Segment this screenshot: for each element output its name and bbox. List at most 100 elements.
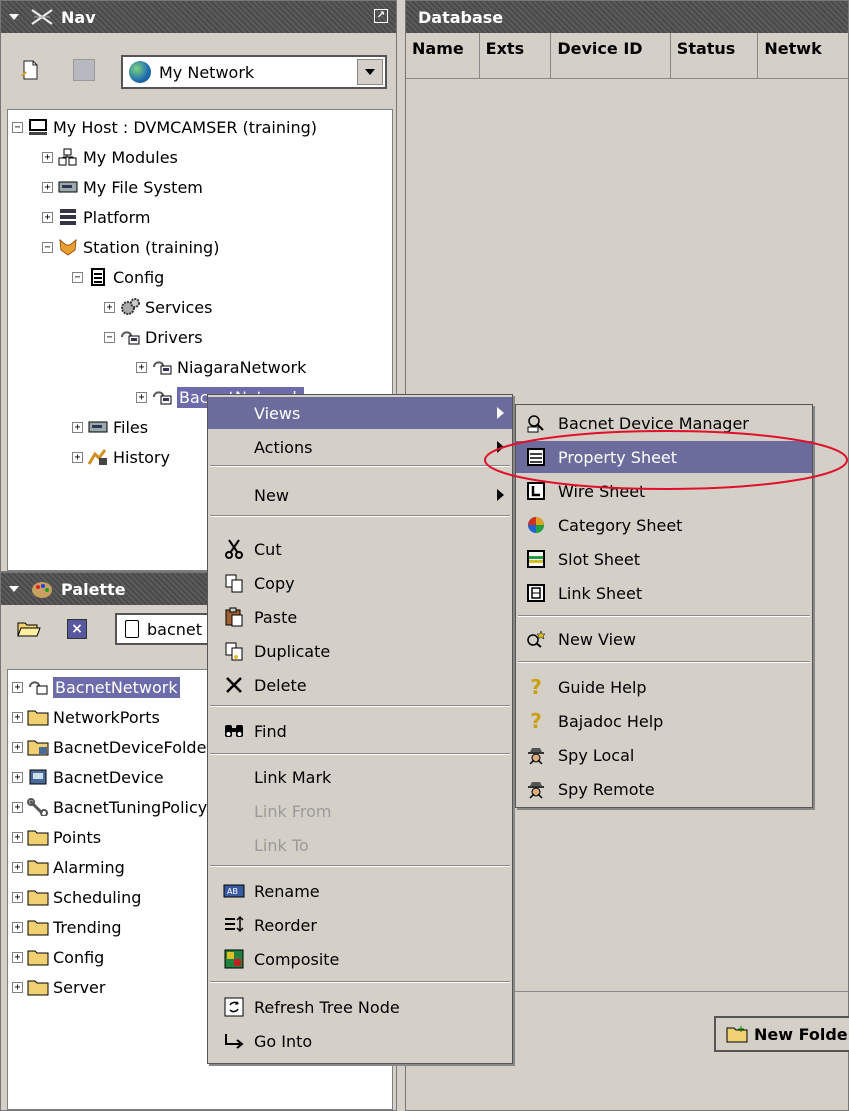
device-folder-icon <box>27 738 49 756</box>
menu-item-duplicate[interactable]: Duplicate <box>208 635 512 667</box>
expand-toggle[interactable]: + <box>12 831 23 843</box>
tree-node[interactable]: + My Modules <box>42 142 178 172</box>
dropdown-button[interactable] <box>357 59 383 85</box>
tree-label: Files <box>113 417 149 437</box>
submenu-item-label: Wire Sheet <box>558 481 646 501</box>
submenu-item-category-sheet[interactable]: Category Sheet <box>516 509 812 541</box>
tree-node[interactable]: − Config <box>72 262 164 292</box>
expand-toggle[interactable]: + <box>12 771 23 783</box>
tree-node[interactable]: − My Host : DVMCAMSER (training) <box>12 112 317 142</box>
collapse-arrow-icon[interactable] <box>9 586 19 592</box>
expand-toggle[interactable]: + <box>12 711 23 723</box>
close-icon[interactable]: × <box>67 619 87 639</box>
menu-item-paste[interactable]: Paste <box>208 601 512 633</box>
expand-toggle[interactable]: + <box>12 951 23 963</box>
tree-node[interactable]: + Services <box>104 292 212 322</box>
submenu-item-spy-remote[interactable]: Spy Remote <box>516 773 812 805</box>
expand-toggle[interactable]: + <box>12 741 23 753</box>
menu-item-refresh-tree-node[interactable]: Refresh Tree Node <box>208 991 512 1023</box>
collapse-arrow-icon[interactable] <box>9 14 19 20</box>
menu-item-reorder[interactable]: Reorder <box>208 909 512 941</box>
host-icon <box>27 118 49 136</box>
menu-item-rename[interactable]: AB Rename <box>208 875 512 907</box>
expand-toggle[interactable]: + <box>12 861 23 873</box>
expand-toggle[interactable]: + <box>12 981 23 993</box>
expand-toggle[interactable]: + <box>12 801 23 813</box>
submenu-item-bajadoc-help[interactable]: ? Bajadoc Help <box>516 705 812 737</box>
menu-item-actions[interactable]: Actions <box>208 431 512 463</box>
column-header-exts[interactable]: Exts <box>480 33 552 78</box>
submenu-item-new-view[interactable]: New View <box>516 623 812 655</box>
palette-item-label: Points <box>53 827 102 847</box>
tree-node[interactable]: + Files <box>72 412 148 442</box>
palette-item[interactable]: + BacnetDevice <box>12 762 164 792</box>
submenu-item-spy-local[interactable]: Spy Local <box>516 739 812 771</box>
palette-item-selected[interactable]: + BacnetNetwork <box>12 672 180 702</box>
tree-node[interactable]: − Station (training) <box>42 232 219 262</box>
submenu-item-wire-sheet[interactable]: Wire Sheet <box>516 475 812 507</box>
submenu-item-label: Property Sheet <box>558 447 678 467</box>
column-header-device-id[interactable]: Device ID <box>551 33 671 78</box>
expand-toggle[interactable]: + <box>72 451 83 463</box>
collapse-toggle[interactable]: − <box>42 241 53 253</box>
palette-item[interactable]: + Server <box>12 972 105 1002</box>
menu-item-copy[interactable]: Copy <box>208 567 512 599</box>
menu-item-cut[interactable]: Cut <box>208 533 512 565</box>
nav-title: Nav <box>61 7 96 27</box>
menu-item-delete[interactable]: Delete <box>208 669 512 701</box>
tree-node[interactable]: + Platform <box>42 202 150 232</box>
expand-toggle[interactable]: + <box>104 301 115 313</box>
submenu-item-bacnet-device-manager[interactable]: Bacnet Device Manager <box>516 407 812 439</box>
expand-toggle[interactable]: + <box>12 921 23 933</box>
palette-item[interactable]: + Scheduling <box>12 882 141 912</box>
open-folder-icon[interactable] <box>17 619 41 639</box>
expand-toggle[interactable]: + <box>12 681 23 693</box>
menu-item-link-mark[interactable]: Link Mark <box>208 761 512 793</box>
refresh-icon <box>222 996 246 1018</box>
menu-item-composite[interactable]: Composite <box>208 943 512 975</box>
menu-item-new[interactable]: New <box>208 479 512 511</box>
expand-toggle[interactable]: + <box>12 891 23 903</box>
maximize-icon[interactable]: ↗ <box>374 9 388 23</box>
menu-item-find[interactable]: Find <box>208 715 512 747</box>
menu-item-views[interactable]: Views <box>208 397 512 429</box>
expand-toggle[interactable]: + <box>42 151 53 163</box>
network-select[interactable]: My Network <box>121 55 387 89</box>
menu-item-label: Composite <box>254 949 340 969</box>
menu-item-go-into[interactable]: Go Into <box>208 1025 512 1057</box>
delete-x-icon <box>222 674 246 696</box>
chevron-down-icon <box>365 69 375 75</box>
palette-item[interactable]: + BacnetDeviceFolder <box>12 732 213 762</box>
new-document-icon[interactable] <box>19 59 41 81</box>
palette-item[interactable]: + BacnetTuningPolicy <box>12 792 207 822</box>
palette-item[interactable]: + Trending <box>12 912 122 942</box>
close-disabled-icon[interactable] <box>73 59 95 81</box>
submenu-item-link-sheet[interactable]: Link Sheet <box>516 577 812 609</box>
tree-node[interactable]: + NiagaraNetwork <box>136 352 306 382</box>
expand-toggle[interactable]: + <box>42 211 53 223</box>
column-header-name[interactable]: Name <box>406 33 480 78</box>
new-folder-button[interactable]: New Folder <box>714 1016 849 1052</box>
expand-toggle[interactable]: + <box>136 391 147 403</box>
expand-toggle[interactable]: + <box>136 361 147 373</box>
submenu-item-guide-help[interactable]: ? Guide Help <box>516 671 812 703</box>
context-menu: Views Actions New Cut Copy Paste Duplica… <box>207 394 513 1064</box>
tree-node[interactable]: − Drivers <box>104 322 203 352</box>
expand-toggle[interactable]: + <box>72 421 83 433</box>
tree-node[interactable]: + History <box>72 442 170 472</box>
palette-item[interactable]: + Config <box>12 942 104 972</box>
expand-toggle[interactable]: + <box>42 181 53 193</box>
collapse-toggle[interactable]: − <box>72 271 83 283</box>
collapse-toggle[interactable]: − <box>12 121 23 133</box>
column-header-netwk[interactable]: Netwk <box>758 33 848 78</box>
palette-item-label: Alarming <box>53 857 125 877</box>
palette-item[interactable]: + NetworkPorts <box>12 702 160 732</box>
submenu-item-property-sheet[interactable]: Property Sheet <box>516 441 812 473</box>
palette-item[interactable]: + Alarming <box>12 852 125 882</box>
tree-node[interactable]: + My File System <box>42 172 203 202</box>
collapse-toggle[interactable]: − <box>104 331 115 343</box>
submenu-item-slot-sheet[interactable]: Slot Sheet <box>516 543 812 575</box>
column-header-status[interactable]: Status <box>671 33 759 78</box>
palette-item[interactable]: + Points <box>12 822 101 852</box>
tree-label: Drivers <box>145 327 203 347</box>
